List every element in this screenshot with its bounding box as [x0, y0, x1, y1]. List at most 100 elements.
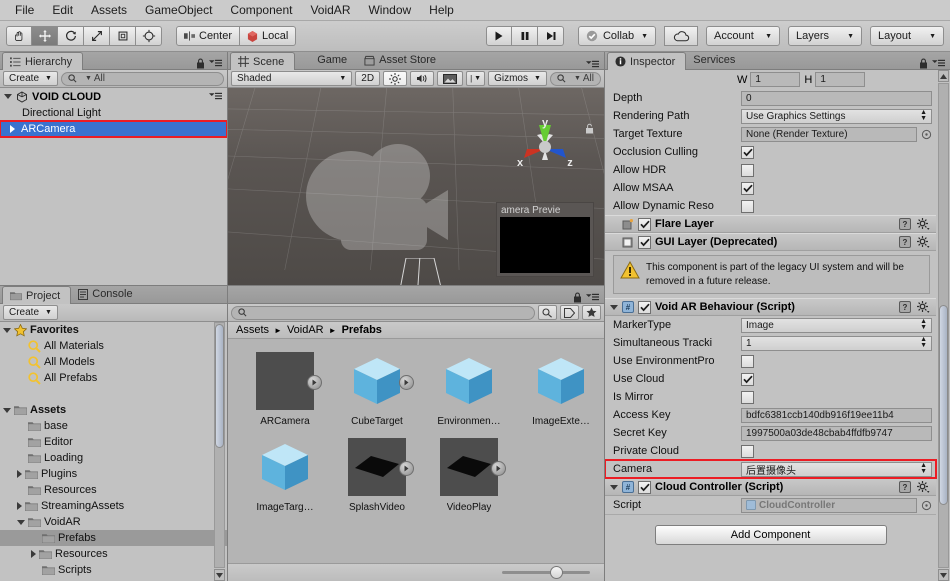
panel-menu-icon[interactable]	[586, 60, 599, 69]
project-tree-item-resources[interactable]: Resources	[0, 546, 227, 562]
account-button[interactable]: Account ▼	[706, 26, 780, 46]
property-text-field[interactable]: bdfc6381ccb140db916f19ee11b4	[741, 407, 932, 423]
project-tree-item-plugins[interactable]: Plugins	[0, 466, 227, 482]
lock-icon[interactable]	[573, 292, 582, 303]
project-tree-item-all-materials[interactable]: All Materials	[0, 338, 227, 354]
asset-item[interactable]: ImageTarg…	[242, 435, 328, 513]
menu-item-help[interactable]: Help	[420, 1, 463, 19]
scene-draw-mode-button[interactable]: Shaded ▼	[231, 71, 353, 86]
hierarchy-scene-row[interactable]: VOID CLOUD	[0, 88, 227, 105]
scene-menu-icon[interactable]	[209, 92, 222, 101]
hierarchy-tree[interactable]: VOID CLOUD Directional Light ARCamera	[0, 88, 227, 285]
chevron-down-icon[interactable]	[610, 484, 618, 490]
component-header-flare-layer[interactable]: Flare Layer ?	[605, 215, 936, 233]
scene-audio-toggle[interactable]	[410, 71, 435, 86]
tab-inspector[interactable]: Inspector	[607, 52, 687, 70]
layout-button[interactable]: Layout ▼	[870, 26, 944, 46]
menu-item-edit[interactable]: Edit	[43, 1, 82, 19]
asset-item[interactable]: CubeTarget	[334, 349, 420, 427]
add-component-button[interactable]: Add Component	[654, 525, 887, 545]
asset-item[interactable]: Environmen…	[426, 349, 512, 427]
property-checkbox[interactable]	[741, 390, 754, 404]
viewport-h-field[interactable]: 1	[815, 72, 866, 87]
move-tool-icon[interactable]	[32, 26, 58, 46]
object-picker-icon[interactable]	[921, 500, 932, 511]
project-favorite-button[interactable]	[582, 305, 601, 320]
scene-gizmos-button[interactable]: Gizmos ▼	[488, 71, 547, 86]
play-icon[interactable]	[486, 26, 512, 46]
asset-zoom-knob[interactable]	[550, 566, 563, 579]
property-popup[interactable]: 后置摄像头 ▲ ▼	[741, 461, 932, 477]
asset-zoom-slider[interactable]	[502, 566, 590, 579]
inspector-scrollbar[interactable]	[936, 70, 950, 581]
help-icon[interactable]: ?	[899, 218, 911, 230]
menu-item-component[interactable]: Component	[221, 1, 301, 19]
gear-icon[interactable]	[917, 236, 930, 248]
property-popup[interactable]: Use Graphics Settings ▲ ▼	[741, 108, 932, 124]
pivot-button[interactable]: Center	[176, 26, 241, 46]
cloud-controller-enabled-checkbox[interactable]	[638, 480, 651, 494]
component-header-voidar-behaviour[interactable]: # Void AR Behaviour (Script) ?	[605, 298, 936, 316]
help-icon[interactable]: ?	[899, 301, 911, 313]
tab-hierarchy[interactable]: Hierarchy	[2, 52, 84, 70]
help-icon[interactable]: ?	[899, 236, 911, 248]
project-tree-item-loading[interactable]: Loading	[0, 450, 227, 466]
hierarchy-search-input[interactable]: ▼ All	[60, 71, 224, 86]
tab-services[interactable]: Services	[686, 51, 745, 69]
help-icon[interactable]: ?	[899, 481, 911, 493]
scene-effects-dropdown[interactable]: | ▼	[466, 71, 486, 86]
gear-icon[interactable]	[917, 301, 930, 313]
project-tree-scrollbar[interactable]	[214, 322, 225, 568]
project-tree-item-base[interactable]: base	[0, 418, 227, 434]
gui-layer-enabled-checkbox[interactable]	[638, 235, 651, 249]
property-checkbox[interactable]	[741, 199, 754, 213]
tab-asset-store[interactable]: Asset Store	[357, 51, 446, 69]
hierarchy-create-button[interactable]: Create ▼	[3, 71, 58, 86]
menu-item-file[interactable]: File	[6, 1, 43, 19]
breadcrumb-item-assets[interactable]: Assets	[236, 324, 269, 336]
transform-tool-icon[interactable]	[136, 26, 162, 46]
chevron-down-icon[interactable]	[610, 304, 618, 310]
lock-icon[interactable]	[585, 123, 594, 134]
panel-menu-icon[interactable]	[586, 293, 599, 302]
project-tree-item-streamingassets[interactable]: StreamingAssets	[0, 498, 227, 514]
tab-console[interactable]: Console	[71, 285, 142, 303]
cloud-button[interactable]	[664, 26, 698, 46]
project-tree-item-assets[interactable]: Assets	[0, 402, 227, 418]
breadcrumb-item-voidar[interactable]: VoidAR	[287, 324, 324, 336]
viewport-w-field[interactable]: 1	[750, 72, 801, 87]
chevron-right-icon[interactable]	[17, 502, 22, 510]
collab-button[interactable]: Collab ▼	[578, 26, 656, 46]
asset-items-container[interactable]: ARCamera CubeTarget Environmen… ImageExte… I…	[228, 339, 604, 563]
layers-button[interactable]: Layers ▼	[788, 26, 862, 46]
scene-viewport[interactable]: Persp y x z	[228, 88, 604, 285]
project-tree-item-all-prefabs[interactable]: All Prefabs	[0, 370, 227, 386]
inspector-content[interactable]: W 1 H 1 Depth 0 Rendering Path Use Graphics…	[605, 70, 950, 581]
project-create-button[interactable]: Create ▼	[3, 305, 58, 320]
chevron-down-icon[interactable]	[3, 327, 11, 333]
cloud-controller-script-field[interactable]: CloudController	[741, 497, 917, 513]
property-object-field[interactable]: None (Render Texture)	[741, 126, 917, 142]
property-popup[interactable]: 1 ▲ ▼	[741, 335, 932, 351]
inspector-scroll-up-button[interactable]	[938, 70, 949, 82]
step-icon[interactable]	[538, 26, 564, 46]
property-text-field[interactable]: 0	[741, 90, 932, 106]
project-tree-item-all-models[interactable]: All Models	[0, 354, 227, 370]
project-search-input[interactable]	[231, 305, 535, 320]
property-checkbox[interactable]	[741, 372, 754, 386]
asset-item[interactable]: ImageExte…	[518, 349, 604, 427]
panel-menu-icon[interactable]	[932, 59, 945, 68]
voidar-enabled-checkbox[interactable]	[638, 300, 651, 314]
chevron-right-icon[interactable]	[10, 125, 15, 133]
asset-item[interactable]: ARCamera	[242, 349, 328, 427]
scene-lighting-toggle[interactable]	[383, 71, 408, 86]
chevron-right-icon[interactable]	[31, 550, 36, 558]
tab-scene[interactable]: Scene	[230, 52, 296, 70]
scene-effects-toggle[interactable]	[437, 71, 464, 86]
breadcrumb-item-prefabs[interactable]: Prefabs	[342, 324, 382, 336]
prefab-arrow-badge[interactable]	[399, 461, 414, 476]
space-button[interactable]: Local	[240, 26, 297, 46]
gear-icon[interactable]	[917, 481, 930, 493]
menu-item-voidar[interactable]: VoidAR	[301, 1, 359, 19]
scene-2d-toggle[interactable]: 2D	[355, 71, 381, 86]
